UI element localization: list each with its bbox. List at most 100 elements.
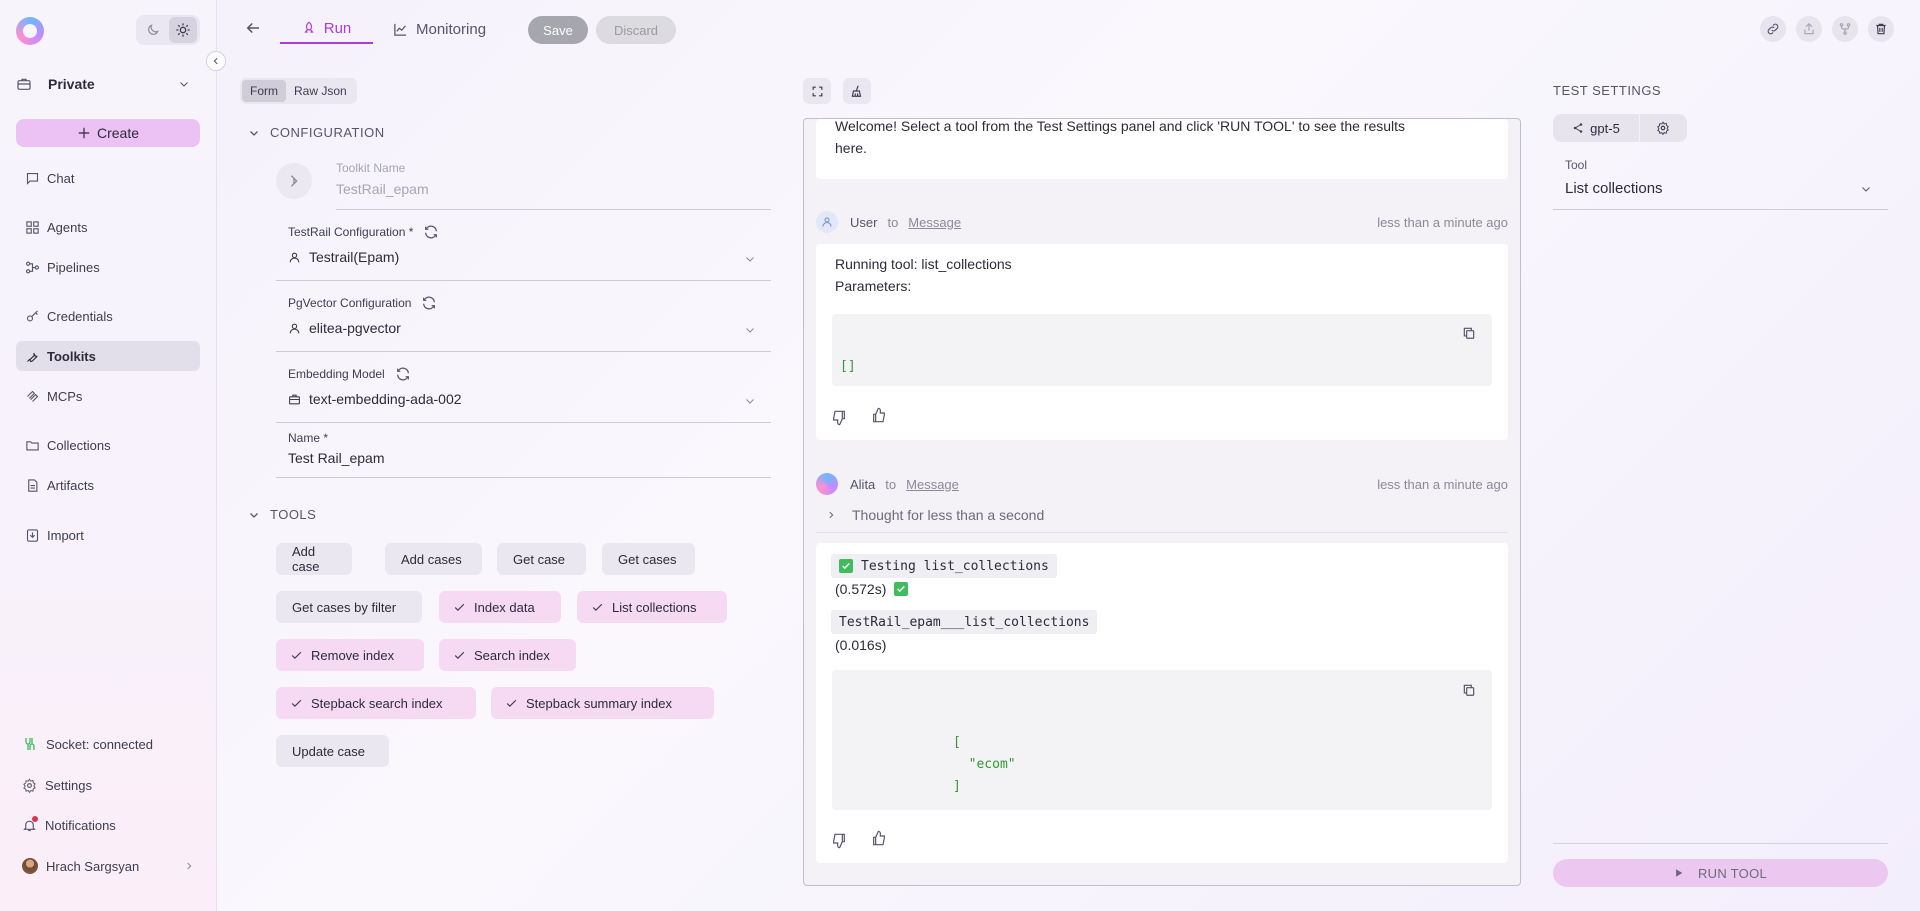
- model-select-button[interactable]: gpt-5: [1553, 114, 1639, 142]
- save-button[interactable]: Save: [528, 16, 588, 44]
- sidebar-item-mcps[interactable]: MCPs: [16, 381, 200, 411]
- refresh-icon[interactable]: [423, 224, 439, 240]
- chevron-down-icon: [248, 127, 260, 139]
- running-tool-text: Running tool: list_collections: [835, 256, 1012, 272]
- tool-chip[interactable]: Stepback summary index: [491, 687, 714, 719]
- tool-chip[interactable]: Get case: [497, 543, 586, 575]
- sun-icon[interactable]: [169, 17, 197, 43]
- message-target-link[interactable]: Message: [908, 215, 961, 230]
- configuration-section-header[interactable]: CONFIGURATION: [248, 125, 385, 140]
- chevron-down-icon: [744, 395, 756, 407]
- section-title: CONFIGURATION: [270, 125, 385, 140]
- select-value: elitea-pgvector: [309, 320, 401, 336]
- toolkit-avatar[interactable]: [276, 163, 312, 199]
- tool-chip[interactable]: Get cases by filter: [276, 591, 422, 623]
- moon-icon[interactable]: [139, 17, 167, 43]
- broom-icon[interactable]: [843, 78, 871, 104]
- tool-chip[interactable]: List collections: [577, 591, 727, 623]
- chart-line-icon: [393, 22, 408, 37]
- tool-chip[interactable]: Update case: [276, 735, 389, 767]
- model-settings-button[interactable]: [1640, 114, 1686, 142]
- sidebar-collapse-button[interactable]: [206, 51, 226, 71]
- fork-icon[interactable]: [1832, 16, 1858, 42]
- welcome-card: Welcome! Select a tool from the Test Set…: [816, 119, 1508, 179]
- tool-chip-label: Get case: [513, 551, 566, 567]
- back-arrow-icon[interactable]: [244, 19, 262, 37]
- alita-avatar: [816, 473, 838, 495]
- share-icon[interactable]: [1796, 16, 1822, 42]
- mode-raw-json[interactable]: Raw Json: [286, 80, 355, 102]
- inline-code-text: Testing list_collections: [861, 558, 1049, 574]
- artifacts-icon: [24, 477, 40, 493]
- project-select[interactable]: Private: [16, 70, 200, 98]
- label-text: PgVector Configuration: [288, 296, 412, 310]
- tool-select-label: Tool: [1565, 158, 1588, 172]
- toolkit-name-input[interactable]: TestRail_epam: [336, 181, 429, 197]
- sidebar: Private Create Chat Agents Pipelines Cre…: [0, 0, 217, 911]
- discard-button[interactable]: Discard: [596, 16, 676, 44]
- thumbs-down-icon[interactable]: [831, 833, 847, 849]
- message-to: to: [887, 214, 899, 230]
- socket-icon: [22, 736, 38, 752]
- play-icon: [1674, 868, 1684, 878]
- tab-run[interactable]: Run: [280, 14, 373, 44]
- sidebar-item-pipelines[interactable]: Pipelines: [16, 252, 200, 282]
- pgvector-config-select[interactable]: elitea-pgvector: [288, 320, 401, 336]
- check-icon: [290, 697, 303, 710]
- message-target-link[interactable]: Message: [906, 477, 959, 492]
- link-icon[interactable]: [1760, 16, 1786, 42]
- sidebar-item-chat[interactable]: Chat: [16, 163, 200, 193]
- refresh-icon[interactable]: [395, 366, 411, 382]
- user-profile[interactable]: Hrach Sargsyan: [22, 858, 194, 874]
- copy-icon[interactable]: [1462, 683, 1476, 697]
- tool-chip[interactable]: Add cases: [385, 543, 482, 575]
- sidebar-item-label: Chat: [47, 170, 75, 186]
- run-tool-button[interactable]: RUN TOOL: [1553, 859, 1888, 887]
- label-text: Embedding Model: [288, 367, 385, 381]
- sidebar-item-collections[interactable]: Collections: [16, 430, 200, 460]
- name-input[interactable]: Test Rail_epam: [288, 450, 385, 466]
- thumbs-up-icon[interactable]: [871, 407, 887, 423]
- refresh-icon[interactable]: [421, 295, 437, 311]
- sidebar-item-credentials[interactable]: Credentials: [16, 301, 200, 331]
- field-underline: [276, 422, 771, 423]
- tool-chip[interactable]: Search index: [439, 639, 576, 671]
- settings-link[interactable]: Settings: [22, 778, 92, 793]
- divider: [1553, 843, 1888, 844]
- message-time: less than a minute ago: [1377, 476, 1508, 492]
- tool-chip[interactable]: Stepback search index: [276, 687, 476, 719]
- select-value: Testrail(Epam): [309, 249, 400, 265]
- tab-monitoring[interactable]: Monitoring: [393, 14, 486, 44]
- thumbs-down-icon[interactable]: [831, 410, 847, 426]
- message-to: to: [885, 476, 897, 492]
- trash-icon[interactable]: [1868, 16, 1894, 42]
- user-message-card: Running tool: list_collections Parameter…: [816, 244, 1508, 440]
- project-name: Private: [48, 76, 95, 92]
- copy-icon[interactable]: [1462, 326, 1476, 340]
- sidebar-item-toolkits[interactable]: Toolkits: [16, 341, 200, 371]
- field-underline: [1553, 209, 1888, 210]
- user-icon: [288, 251, 301, 264]
- thought-toggle[interactable]: Thought for less than a second: [816, 503, 1508, 533]
- testrail-config-select[interactable]: Testrail(Epam): [288, 249, 399, 265]
- sidebar-item-import[interactable]: Import: [16, 520, 200, 550]
- fullscreen-icon[interactable]: [803, 78, 831, 104]
- code-content: [ "ecom" ]: [953, 735, 1016, 794]
- tools-section-header[interactable]: TOOLS: [248, 507, 316, 522]
- tool-select[interactable]: List collections: [1565, 180, 1663, 197]
- gear-icon: [22, 778, 37, 793]
- tab-label: Run: [323, 19, 352, 37]
- create-button[interactable]: Create: [16, 119, 200, 147]
- credentials-icon: [24, 308, 40, 324]
- tool-chip[interactable]: Index data: [439, 591, 561, 623]
- embedding-model-select[interactable]: text-embedding-ada-002: [288, 391, 462, 407]
- sidebar-item-artifacts[interactable]: Artifacts: [16, 470, 200, 500]
- tool-chip[interactable]: Remove index: [276, 639, 424, 671]
- sidebar-item-agents[interactable]: Agents: [16, 212, 200, 242]
- thumbs-up-icon[interactable]: [871, 830, 887, 846]
- tool-chip[interactable]: Get cases: [602, 543, 695, 575]
- mode-form[interactable]: Form: [242, 80, 286, 102]
- notifications-link[interactable]: Notifications: [22, 816, 116, 833]
- app-logo[interactable]: [16, 17, 44, 45]
- tool-chip[interactable]: Add case: [276, 543, 352, 575]
